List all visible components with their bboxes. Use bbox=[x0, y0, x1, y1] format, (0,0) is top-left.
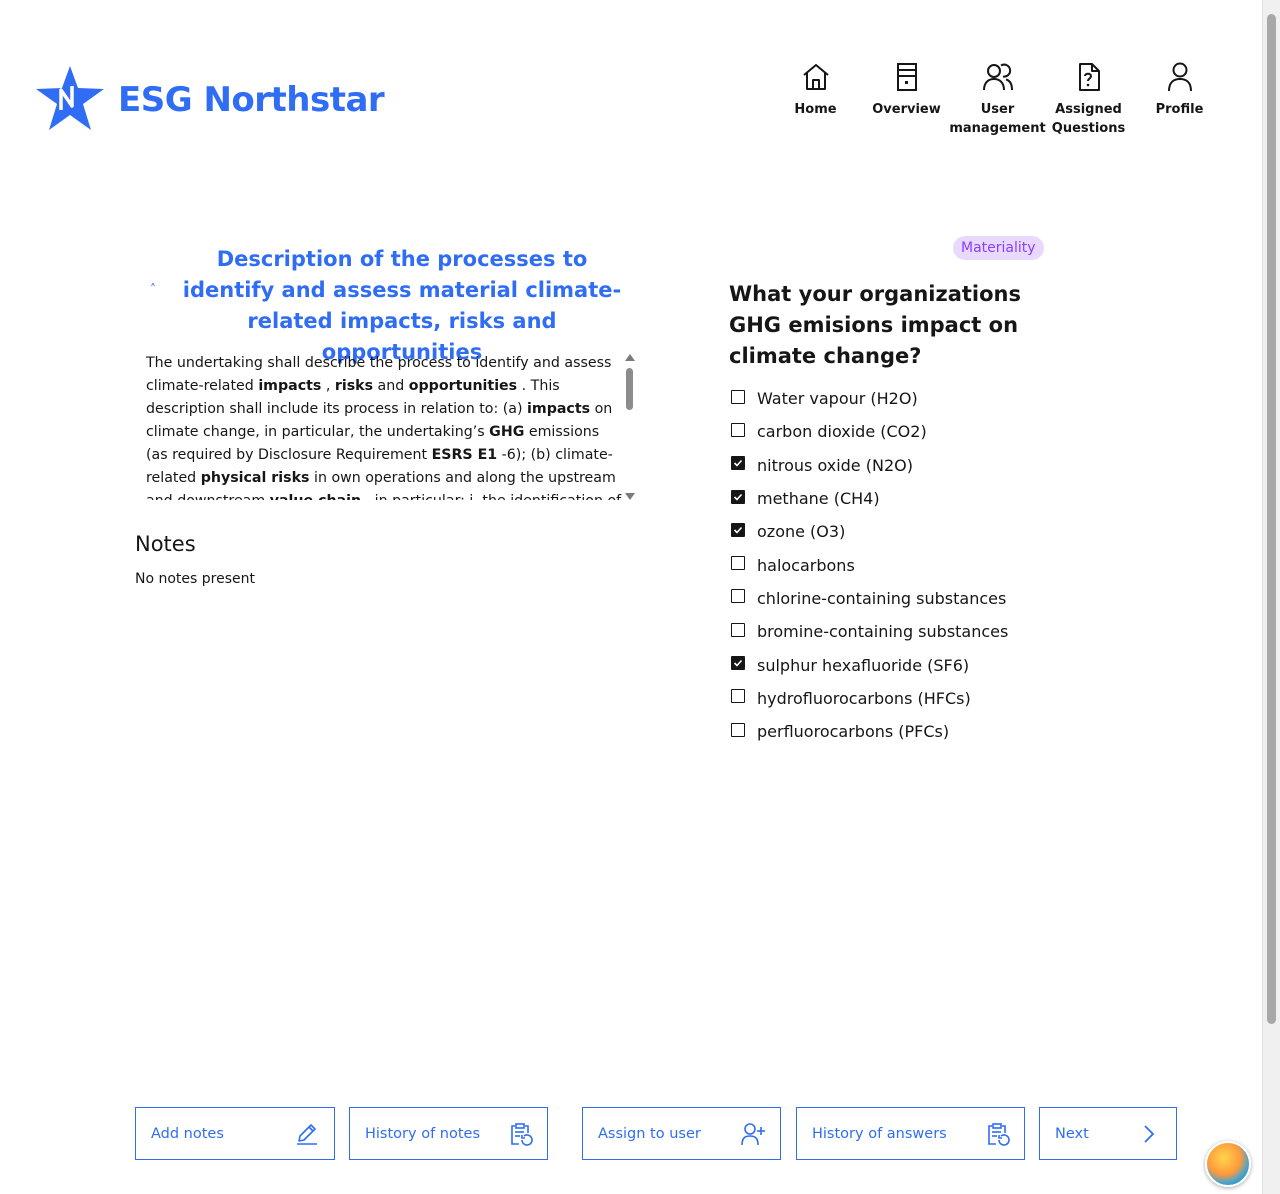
user-icon bbox=[1167, 62, 1192, 92]
answer-option[interactable]: nitrous oxide (N2O) bbox=[731, 449, 1008, 482]
scroll-up-arrow-icon[interactable] bbox=[625, 354, 635, 361]
clipboard-history-icon bbox=[511, 1122, 533, 1146]
top-navigation: Home Overview User management Assigned Q… bbox=[770, 60, 1225, 138]
building-icon bbox=[896, 63, 917, 91]
answer-options: Water vapour (H2O) carbon dioxide (CO2) ni… bbox=[731, 382, 1008, 748]
clipboard-history-icon bbox=[988, 1122, 1010, 1146]
checkbox[interactable] bbox=[731, 622, 745, 637]
answer-option[interactable]: hydrofluorocarbons (HFCs) bbox=[731, 682, 1008, 715]
answer-option-label: Water vapour (H2O) bbox=[757, 389, 918, 409]
history-of-notes-label: History of notes bbox=[365, 1125, 481, 1142]
history-of-answers-button[interactable]: History of answers bbox=[796, 1107, 1025, 1160]
answer-option-label: carbon dioxide (CO2) bbox=[757, 422, 927, 442]
checkmark-icon bbox=[733, 460, 743, 467]
description-scroll-area[interactable]: The undertaking shall describe the proce… bbox=[146, 352, 636, 500]
answer-option-label: bromine-containing substances bbox=[757, 622, 1009, 642]
scroll-down-arrow-icon[interactable] bbox=[625, 493, 635, 500]
checkbox[interactable] bbox=[731, 389, 745, 404]
answer-option[interactable]: ozone (O3) bbox=[731, 515, 1008, 548]
history-of-answers-label: History of answers bbox=[812, 1125, 947, 1142]
checkbox[interactable] bbox=[731, 589, 745, 604]
checkbox-checked[interactable] bbox=[731, 489, 745, 504]
category-tag: Materiality bbox=[953, 236, 1044, 260]
checkbox-checked[interactable] bbox=[731, 522, 745, 537]
page-scrollbar[interactable] bbox=[1262, 0, 1280, 1194]
checkbox[interactable] bbox=[731, 689, 745, 704]
checkbox-checked[interactable] bbox=[731, 456, 745, 471]
notes-empty-text: No notes present bbox=[135, 571, 255, 587]
answer-option-label: ozone (O3) bbox=[757, 522, 846, 542]
nav-user-management[interactable]: User management bbox=[949, 60, 1046, 138]
checkmark-icon bbox=[733, 493, 743, 501]
brand-logo[interactable] bbox=[36, 66, 104, 130]
checkbox[interactable] bbox=[731, 722, 745, 737]
add-notes-label: Add notes bbox=[151, 1125, 224, 1142]
nav-overview[interactable]: Overview bbox=[861, 60, 952, 138]
answer-option[interactable]: Water vapour (H2O) bbox=[731, 382, 1008, 415]
next-label: Next bbox=[1055, 1125, 1089, 1142]
nav-overview-label: Overview bbox=[872, 102, 941, 117]
answer-option[interactable]: perfluorocarbons (PFCs) bbox=[731, 715, 1008, 748]
description-scrollbar-thumb[interactable] bbox=[626, 368, 633, 410]
nav-assigned-questions[interactable]: Assigned Questions bbox=[1043, 60, 1134, 138]
document-question-icon bbox=[1078, 63, 1100, 91]
checkbox[interactable] bbox=[731, 422, 745, 437]
assign-to-user-button[interactable]: Assign to user bbox=[582, 1107, 781, 1160]
answer-option[interactable]: methane (CH4) bbox=[731, 482, 1008, 515]
checkmark-icon bbox=[733, 659, 743, 667]
question-text: What your organizations GHG emisions imp… bbox=[729, 282, 1022, 368]
notes-title: Notes bbox=[135, 532, 196, 556]
answer-option[interactable]: bromine-containing substances bbox=[731, 615, 1008, 648]
answer-option[interactable]: carbon dioxide (CO2) bbox=[731, 415, 1008, 448]
nav-assigned-questions-label: Assigned Questions bbox=[1051, 102, 1126, 136]
brand-name[interactable]: ESG Northstar bbox=[118, 80, 385, 120]
checkmark-icon bbox=[733, 526, 743, 534]
user-add-icon bbox=[741, 1122, 765, 1145]
answer-option-label: chlorine-containing substances bbox=[757, 588, 1007, 608]
users-icon bbox=[982, 63, 1013, 91]
description-title: Description of the processes to identify… bbox=[182, 247, 622, 364]
answer-option[interactable]: sulphur hexafluoride (SF6) bbox=[731, 648, 1008, 681]
nav-profile-label: Profile bbox=[1155, 102, 1204, 117]
answer-option-label: halocarbons bbox=[757, 555, 855, 575]
answer-option[interactable]: halocarbons bbox=[731, 548, 1008, 581]
history-of-notes-button[interactable]: History of notes bbox=[349, 1107, 548, 1160]
home-icon bbox=[802, 64, 829, 90]
chevron-up-icon[interactable]: ˄ bbox=[146, 282, 160, 296]
add-notes-button[interactable]: Add notes bbox=[135, 1107, 335, 1160]
answer-option-label: methane (CH4) bbox=[757, 489, 880, 509]
assistant-avatar-icon[interactable] bbox=[1205, 1141, 1251, 1187]
checkbox-checked[interactable] bbox=[731, 656, 745, 671]
answer-option-label: sulphur hexafluoride (SF6) bbox=[757, 655, 970, 675]
page-scrollbar-thumb[interactable] bbox=[1267, 14, 1276, 1024]
answer-option-label: hydrofluorocarbons (HFCs) bbox=[757, 688, 971, 708]
answer-option[interactable]: chlorine-containing substances bbox=[731, 582, 1008, 615]
answer-option-label: perfluorocarbons (PFCs) bbox=[757, 722, 950, 742]
description-text: The undertaking shall describe the proce… bbox=[146, 355, 621, 500]
nav-home-label: Home bbox=[794, 102, 837, 117]
answer-option-label: nitrous oxide (N2O) bbox=[757, 455, 913, 475]
next-button[interactable]: Next bbox=[1039, 1107, 1177, 1160]
nav-profile[interactable]: Profile bbox=[1134, 60, 1225, 138]
nav-user-management-label: User management bbox=[949, 102, 1046, 136]
pencil-icon bbox=[297, 1123, 317, 1145]
northstar-logo-icon bbox=[36, 66, 104, 130]
nav-home[interactable]: Home bbox=[770, 60, 861, 138]
assign-to-user-label: Assign to user bbox=[598, 1125, 701, 1142]
checkbox[interactable] bbox=[731, 556, 745, 571]
chevron-right-icon bbox=[1144, 1124, 1155, 1143]
description-scrollbar[interactable] bbox=[624, 354, 636, 500]
